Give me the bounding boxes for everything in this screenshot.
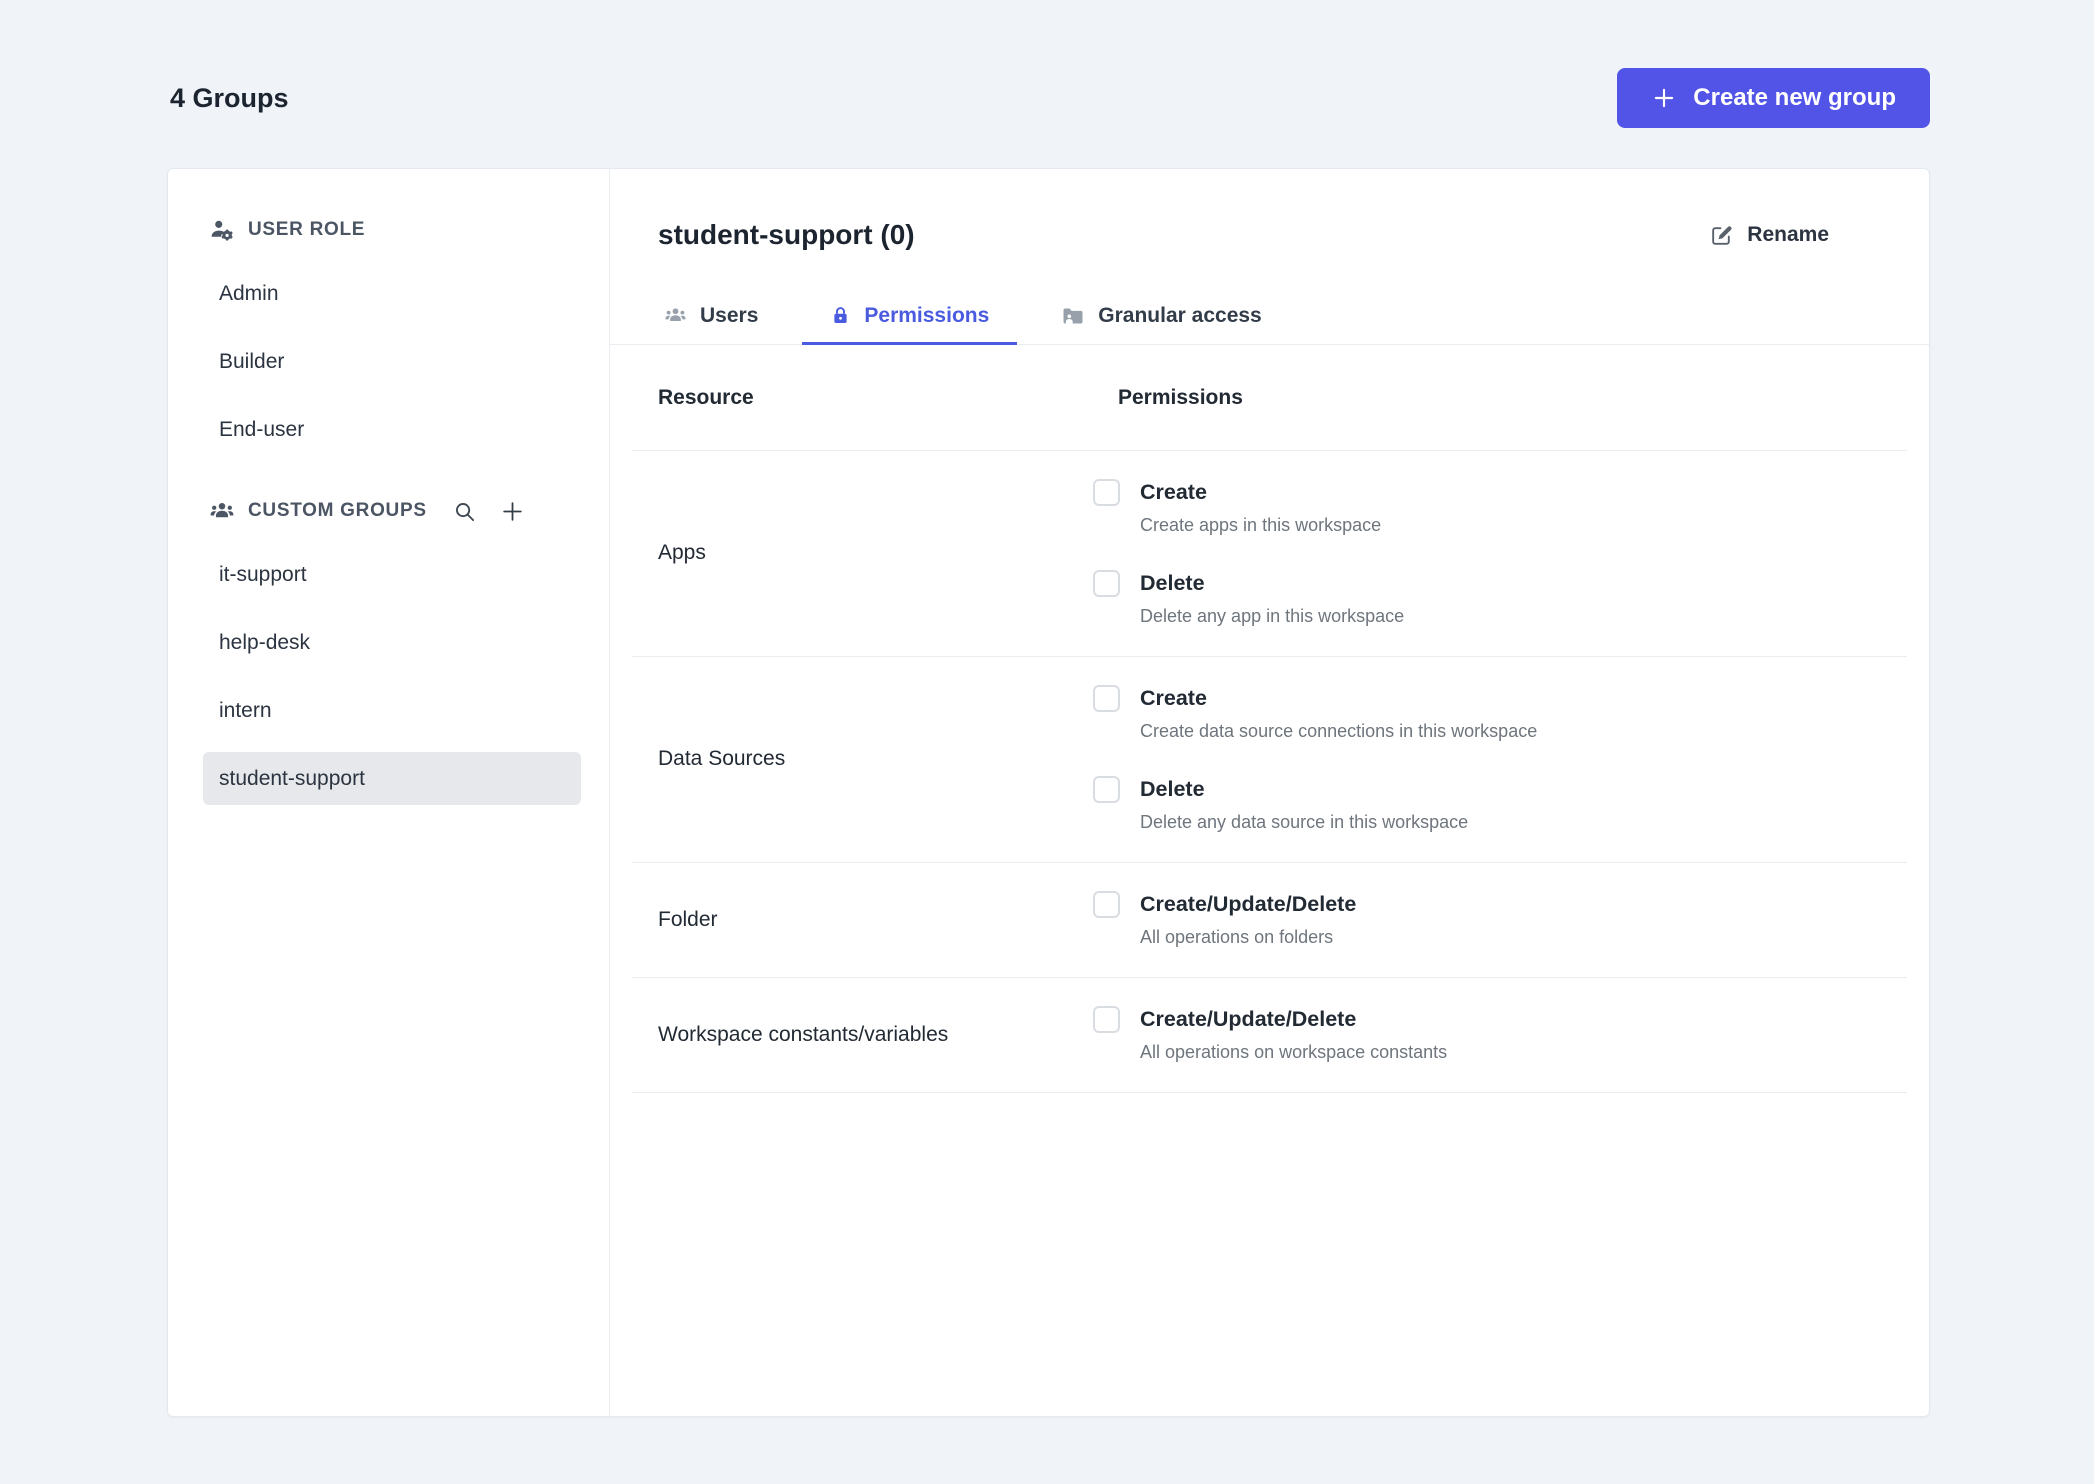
permission-text: Create Create apps in this workspace (1140, 478, 1381, 537)
custom-groups-actions (453, 499, 525, 524)
sidebar-item-intern[interactable]: intern (203, 684, 581, 737)
permissions-cell: Create/Update/Delete All operations on w… (1093, 1005, 1907, 1064)
users-icon (664, 304, 687, 327)
page-title: 4 Groups (170, 82, 289, 113)
table-row-data-sources: Data Sources Create Create data source c… (632, 657, 1907, 863)
people-icon (209, 498, 235, 524)
permissions-column-header: Permissions (1118, 385, 1243, 409)
tab-granular-access[interactable]: Granular access (1033, 289, 1289, 345)
table-row-folder: Folder Create/Update/Delete All operatio… (632, 863, 1907, 978)
sidebar-item-end-user[interactable]: End-user (203, 403, 581, 456)
permission-description: Delete any data source in this workspace (1140, 812, 1469, 832)
permission-description: All operations on folders (1140, 927, 1334, 947)
checkbox-apps-create[interactable] (1093, 479, 1120, 506)
checkbox-datasources-delete[interactable] (1093, 776, 1120, 803)
permissions-cell: Create/Update/Delete All operations on f… (1093, 890, 1907, 949)
tab-label: Users (700, 303, 759, 327)
sidebar-item-label: student-support (219, 766, 365, 790)
permission-text: Delete Delete any app in this workspace (1140, 569, 1404, 628)
checkbox-apps-delete[interactable] (1093, 570, 1120, 597)
sidebar-item-label: it-support (219, 562, 307, 586)
sidebar-item-label: help-desk (219, 630, 311, 654)
custom-groups-section-header: CUSTOM GROUPS (203, 498, 581, 524)
group-detail-panel: student-support (0) Rename Users Permiss… (610, 169, 1929, 1416)
permission-item-workspace-constants-cud: Create/Update/Delete All operations on w… (1093, 1005, 1907, 1064)
permission-label: Create (1140, 686, 1207, 710)
tab-label: Granular access (1098, 303, 1262, 327)
lock-icon (830, 305, 851, 326)
create-new-group-label: Create new group (1693, 84, 1896, 111)
resource-label: Data Sources (658, 747, 786, 770)
pencil-square-icon (1709, 223, 1734, 248)
user-role-list: Admin Builder End-user (203, 267, 581, 456)
resource-label: Folder (658, 907, 718, 931)
tab-users[interactable]: Users (636, 289, 786, 345)
sidebar-item-label: End-user (219, 417, 305, 441)
permission-label: Create/Update/Delete (1140, 892, 1357, 916)
create-new-group-button[interactable]: Create new group (1617, 68, 1930, 128)
resource-column-header: Resource (658, 385, 754, 409)
sidebar-item-label: Builder (219, 349, 285, 373)
permission-text: Create Create data source connections in… (1140, 684, 1537, 743)
folder-user-icon (1061, 304, 1085, 328)
table-row-apps: Apps Create Create apps in this workspac… (632, 451, 1907, 657)
permission-label: Create (1140, 480, 1207, 504)
permissions-cell: Create Create data source connections in… (1093, 684, 1907, 834)
permissions-table: Resource Permissions Apps Create Create … (632, 345, 1907, 1093)
add-group-button[interactable] (500, 499, 525, 524)
group-tabs: Users Permissions Granular access (610, 289, 1929, 345)
plus-icon (1651, 85, 1677, 111)
groups-card: USER ROLE Admin Builder End-user CUSTOM … (167, 168, 1930, 1417)
permissions-cell: Create Create apps in this workspace Del… (1093, 478, 1907, 628)
search-groups-button[interactable] (453, 500, 476, 523)
resource-label: Apps (658, 541, 706, 564)
person-gear-icon (209, 217, 235, 243)
permission-item-apps-create: Create Create apps in this workspace (1093, 478, 1907, 537)
groups-sidebar: USER ROLE Admin Builder End-user CUSTOM … (168, 169, 610, 1416)
page-header: 4 Groups Create new group (0, 0, 2094, 128)
custom-groups-list: it-support help-desk intern student-supp… (203, 548, 581, 805)
permissions-table-header: Resource Permissions (632, 345, 1907, 451)
permission-item-apps-delete: Delete Delete any app in this workspace (1093, 569, 1907, 628)
permission-description: All operations on workspace constants (1140, 1042, 1448, 1062)
group-title: student-support (0) (658, 219, 915, 250)
checkbox-datasources-create[interactable] (1093, 685, 1120, 712)
table-row-workspace-constants: Workspace constants/variables Create/Upd… (632, 978, 1907, 1093)
sidebar-item-it-support[interactable]: it-support (203, 548, 581, 601)
rename-label: Rename (1747, 223, 1829, 246)
resource-label: Workspace constants/variables (658, 1022, 949, 1046)
rename-button[interactable]: Rename (1709, 223, 1829, 248)
checkbox-folder-cud[interactable] (1093, 891, 1120, 918)
permission-description: Delete any app in this workspace (1140, 606, 1405, 626)
permission-label: Delete (1140, 777, 1205, 801)
permission-item-datasources-delete: Delete Delete any data source in this wo… (1093, 775, 1907, 834)
permission-text: Create/Update/Delete All operations on w… (1140, 1005, 1447, 1064)
custom-groups-header-label: CUSTOM GROUPS (248, 500, 427, 521)
sidebar-item-admin[interactable]: Admin (203, 267, 581, 320)
permission-description: Create apps in this workspace (1140, 515, 1382, 535)
search-icon (453, 500, 476, 523)
permission-item-datasources-create: Create Create data source connections in… (1093, 684, 1907, 743)
sidebar-item-label: Admin (219, 281, 279, 305)
sidebar-item-help-desk[interactable]: help-desk (203, 616, 581, 669)
sidebar-item-builder[interactable]: Builder (203, 335, 581, 388)
sidebar-item-label: intern (219, 698, 272, 722)
tab-label: Permissions (864, 303, 990, 327)
group-detail-header: student-support (0) Rename (610, 213, 1929, 257)
checkbox-workspace-constants-cud[interactable] (1093, 1006, 1120, 1033)
tab-permissions[interactable]: Permissions (802, 289, 1018, 345)
permission-item-folder-cud: Create/Update/Delete All operations on f… (1093, 890, 1907, 949)
user-role-section-header: USER ROLE (203, 217, 581, 243)
permission-label: Create/Update/Delete (1140, 1007, 1357, 1031)
sidebar-item-student-support[interactable]: student-support (203, 752, 581, 805)
permission-description: Create data source connections in this w… (1140, 721, 1538, 741)
plus-icon (500, 499, 525, 524)
permission-label: Delete (1140, 571, 1205, 595)
user-role-header-label: USER ROLE (248, 219, 366, 240)
permission-text: Create/Update/Delete All operations on f… (1140, 890, 1356, 949)
permission-text: Delete Delete any data source in this wo… (1140, 775, 1468, 834)
